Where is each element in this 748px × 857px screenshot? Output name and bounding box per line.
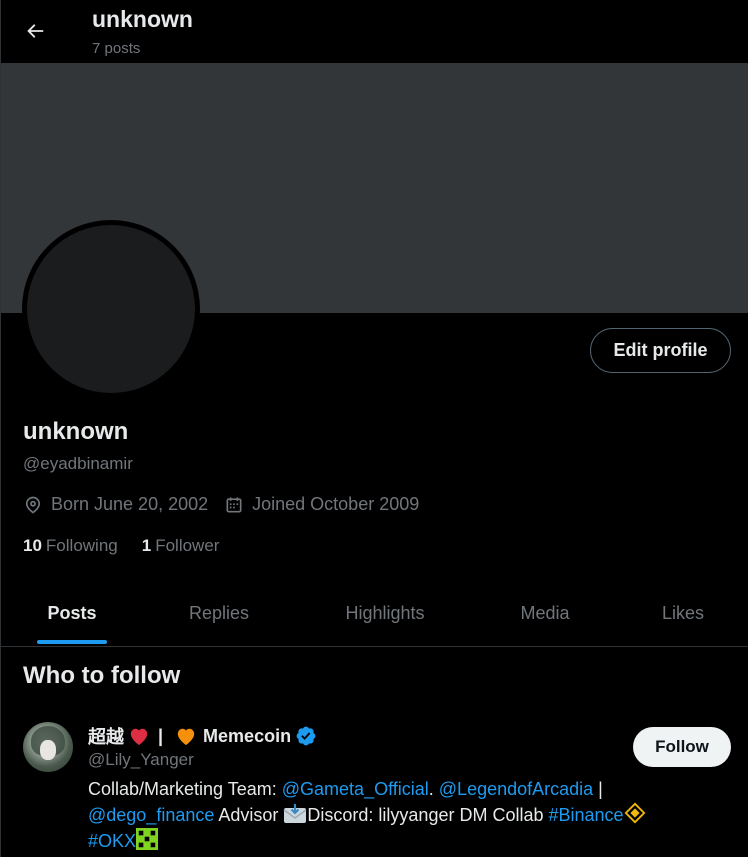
avatar-placeholder — [27, 225, 195, 393]
suggested-user-name[interactable]: 超越 | Memecoin — [88, 723, 317, 749]
heart-emoji-icon — [130, 728, 148, 746]
profile-page: unknown 7 posts Edit profile unknown @ey… — [0, 0, 748, 857]
who-to-follow-heading: Who to follow — [23, 662, 181, 689]
bio-text-2: . — [428, 779, 439, 799]
suggested-name-part1: 超越 — [88, 727, 124, 747]
suggested-user-avatar[interactable] — [23, 722, 73, 772]
following-link[interactable]: 10 Following — [23, 536, 118, 556]
back-button[interactable] — [17, 13, 53, 49]
header-title: unknown — [92, 6, 193, 32]
followers-count: 1 — [141, 536, 152, 555]
profile-meta: Born June 20, 2002 Joined October 2009 — [23, 494, 435, 515]
hashtag-okx[interactable]: #OKX — [88, 831, 136, 851]
mention-legendofarcadia[interactable]: @LegendofArcadia — [439, 779, 593, 799]
following-label: Following — [45, 536, 118, 555]
follow-stats: 10 Following 1 Follower — [23, 536, 243, 556]
mention-gameta[interactable]: @Gameta_Official — [282, 779, 429, 799]
edit-profile-button[interactable]: Edit profile — [590, 328, 731, 373]
tab-highlights[interactable]: Highlights — [326, 580, 444, 646]
profile-name: unknown — [23, 418, 129, 445]
location-icon — [25, 496, 41, 514]
tab-media[interactable]: Media — [501, 580, 589, 646]
tab-posts[interactable]: Posts — [31, 580, 113, 646]
envelope-emoji-icon — [283, 804, 307, 823]
bio-text-5: Discord: lilyyanger DM Collab — [307, 805, 549, 825]
followers-label: Follower — [155, 536, 220, 555]
following-count: 10 — [23, 536, 42, 555]
profile-avatar[interactable] — [22, 220, 200, 398]
followers-link[interactable]: 1 Follower — [142, 536, 220, 556]
follow-button[interactable]: Follow — [633, 727, 731, 767]
bio-text-3: | — [593, 779, 603, 799]
hashtag-binance[interactable]: #Binance — [548, 805, 623, 825]
mention-dego-finance[interactable]: @dego_finance — [88, 805, 214, 825]
posts-count: 7 posts — [92, 40, 141, 57]
suggested-name-separator: | — [158, 725, 164, 746]
calendar-icon — [226, 497, 242, 512]
avatar-face — [40, 740, 56, 760]
suggested-user-handle: @Lily_Yanger — [88, 750, 194, 769]
join-date: Joined October 2009 — [224, 494, 419, 515]
profile-tabs: Posts Replies Highlights Media Likes — [1, 580, 748, 647]
bio-text-4: Advisor — [214, 805, 284, 825]
tab-likes[interactable]: Likes — [644, 580, 722, 646]
joined-text: Joined October 2009 — [252, 494, 420, 514]
bio-text-1: Collab/Marketing Team: — [88, 779, 282, 799]
back-arrow-icon — [27, 24, 44, 38]
profile-handle: @eyadbinamir — [23, 454, 133, 473]
orange-heart-emoji-icon — [177, 728, 195, 746]
tab-replies[interactable]: Replies — [171, 580, 267, 646]
born-text: Born June 20, 2002 — [51, 494, 209, 514]
okx-logo-icon — [136, 828, 159, 850]
suggested-name-part2: Memecoin — [203, 725, 292, 746]
top-bar: unknown 7 posts — [1, 0, 748, 63]
birthdate: Born June 20, 2002 — [23, 494, 208, 515]
binance-logo-icon — [624, 802, 646, 824]
active-tab-indicator — [37, 640, 107, 644]
suggested-user-bio: Collab/Marketing Team: @Gameta_Official.… — [88, 777, 708, 854]
verified-badge-icon — [296, 726, 316, 746]
